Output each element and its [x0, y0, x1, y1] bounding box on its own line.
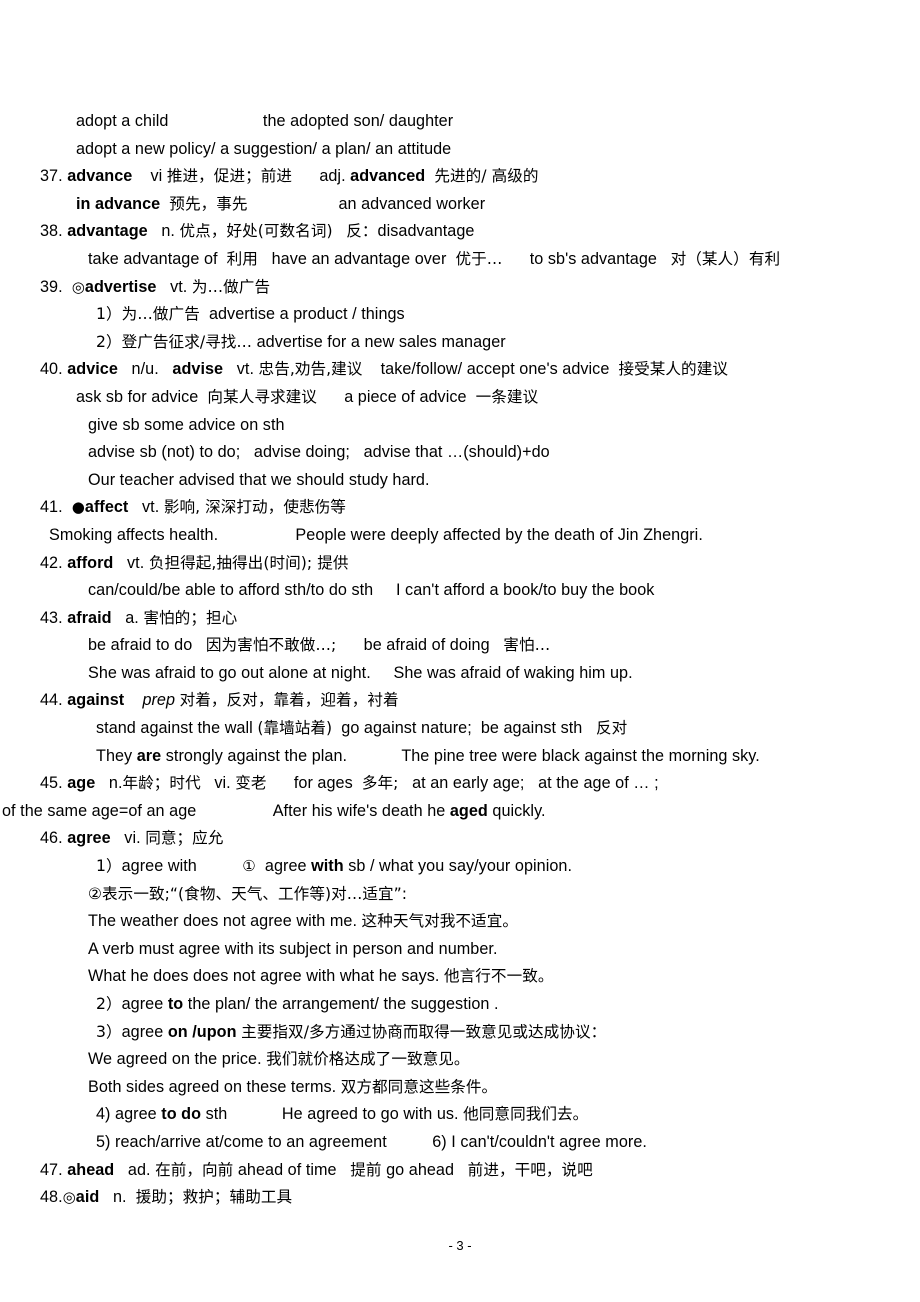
text-line: be afraid to do 因为害怕不敢做…; be afraid of d… — [88, 636, 551, 655]
text-line: We agreed on the price. 我们就价格达成了一致意见。 — [88, 1050, 470, 1069]
text-line: 2）登广告征求/寻找… advertise for a new sales ma… — [96, 332, 506, 351]
text-line: 3）agree on /upon 主要指双/多方通过协商而取得一致意见或达成协议… — [96, 1022, 607, 1041]
entry-38: 38. advantage n. 优点，好处(可数名词) 反：disadvant… — [40, 222, 475, 241]
text-line: 1）agree with ① agree with sb / what you … — [96, 857, 573, 876]
entry-43: 43. afraid a. 害怕的；担心 — [40, 608, 238, 627]
entry-45: 45. age n.年龄；时代 vi. 变老 for ages 多年; at a… — [40, 774, 659, 793]
entry-39: 39. ◎advertise vt. 为…做广告 — [40, 277, 271, 296]
double-circle-icon: ◎ — [62, 1188, 76, 1207]
entry-44: 44. against prep 对着，反对，靠着，迎着，衬着 — [40, 691, 399, 710]
text-line: in advance 预先，事先 an advanced worker — [76, 194, 486, 213]
page-number: - 3 - — [448, 1238, 472, 1253]
entry-42: 42. afford vt. 负担得起,抽得出(时间); 提供 — [40, 553, 349, 572]
text-line: 2）agree to the plan/ the arrangement/ th… — [96, 995, 499, 1013]
filled-circle-icon: ● — [71, 498, 85, 517]
text-line: ②表示一致;“(食物、天气、工作等)对…适宜”: — [88, 884, 408, 903]
text-line: A verb must agree with its subject in pe… — [88, 939, 498, 958]
text-line: stand against the wall (靠墙站着) go against… — [96, 719, 628, 738]
text-line: Our teacher advised that we should study… — [88, 470, 430, 489]
text-line: take advantage of 利用 have an advantage o… — [88, 249, 781, 268]
document-page: adopt a child the adopted son/ daughter … — [0, 0, 920, 1302]
entry-47: 47. ahead ad. 在前，向前 ahead of time 提前 go … — [40, 1160, 593, 1179]
text-line: of the same age=of an age After his wife… — [2, 801, 546, 820]
text-line: She was afraid to go out alone at night.… — [88, 663, 633, 682]
entry-40: 40. advice n/u. advise vt. 忠告,劝告,建议 take… — [40, 360, 728, 379]
text-line: The weather does not agree with me. 这种天气… — [88, 912, 518, 931]
entry-37: 37. advance vi 推进，促进；前进 adj. advanced 先进… — [40, 167, 539, 186]
text-line: 4) agree to do sth He agreed to go with … — [96, 1105, 589, 1124]
text-line: can/could/be able to afford sth/to do st… — [88, 581, 655, 600]
text-line: give sb some advice on sth — [88, 415, 285, 434]
double-circle-icon: ◎ — [71, 277, 85, 296]
text-line: adopt a new policy/ a suggestion/ a plan… — [76, 139, 452, 158]
text-line: advise sb (not) to do; advise doing; adv… — [88, 443, 550, 462]
entry-48: 48.◎aid n. 援助；救护；辅助工具 — [40, 1188, 293, 1207]
text-line: What he does does not agree with what he… — [88, 967, 554, 986]
entry-41: 41. ●affect vt. 影响, 深深打动，使悲伤等 — [40, 498, 346, 517]
text-line: 1）为…做广告 advertise a product / things — [96, 305, 405, 324]
entry-46: 46. agree vi. 同意；应允 — [40, 829, 224, 848]
text-line: Both sides agreed on these terms. 双方都同意这… — [88, 1077, 498, 1096]
text-line: 5) reach/arrive at/come to an agreement … — [96, 1132, 647, 1151]
text-line: adopt a child the adopted son/ daughter — [76, 112, 454, 130]
text-line: Smoking affects health. People were deep… — [49, 525, 703, 544]
page-content: adopt a child the adopted son/ daughter … — [2, 108, 884, 1212]
text-line: They are strongly against the plan. The … — [96, 746, 760, 765]
text-line: ask sb for advice 向某人寻求建议 a piece of adv… — [76, 387, 539, 406]
